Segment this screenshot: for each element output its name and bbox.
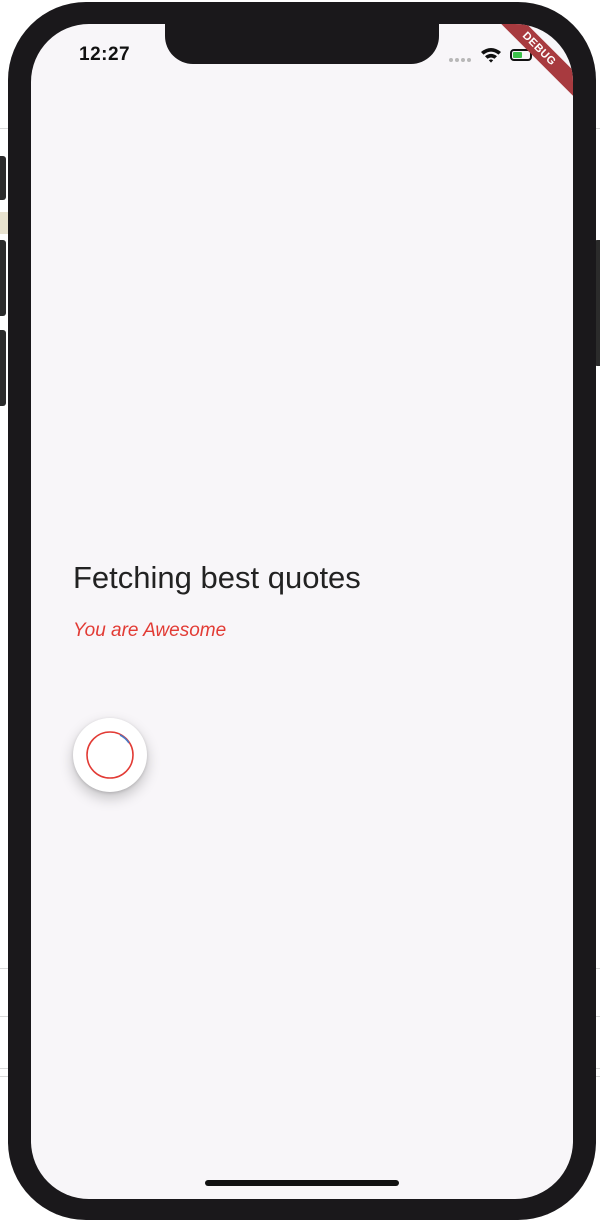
debug-banner-label: DEBUG	[490, 24, 573, 98]
backdrop-strip	[0, 212, 8, 234]
side-button	[0, 240, 6, 316]
side-button	[0, 330, 6, 406]
debug-banner: DEBUG	[483, 24, 573, 114]
progress-spinner-icon	[86, 731, 134, 779]
loading-indicator	[73, 718, 147, 792]
status-time: 12:27	[79, 44, 131, 65]
home-indicator[interactable]	[205, 1180, 399, 1186]
phone-frame: 12:27 DEBUG Fetching best quotes You are…	[8, 2, 596, 1220]
app-screen: 12:27 DEBUG Fetching best quotes You are…	[31, 24, 573, 1199]
page-subtitle: You are Awesome	[73, 620, 227, 641]
side-button	[0, 156, 6, 200]
page-title: Fetching best quotes	[73, 560, 361, 595]
device-notch	[165, 24, 439, 64]
signal-icon	[449, 58, 473, 64]
